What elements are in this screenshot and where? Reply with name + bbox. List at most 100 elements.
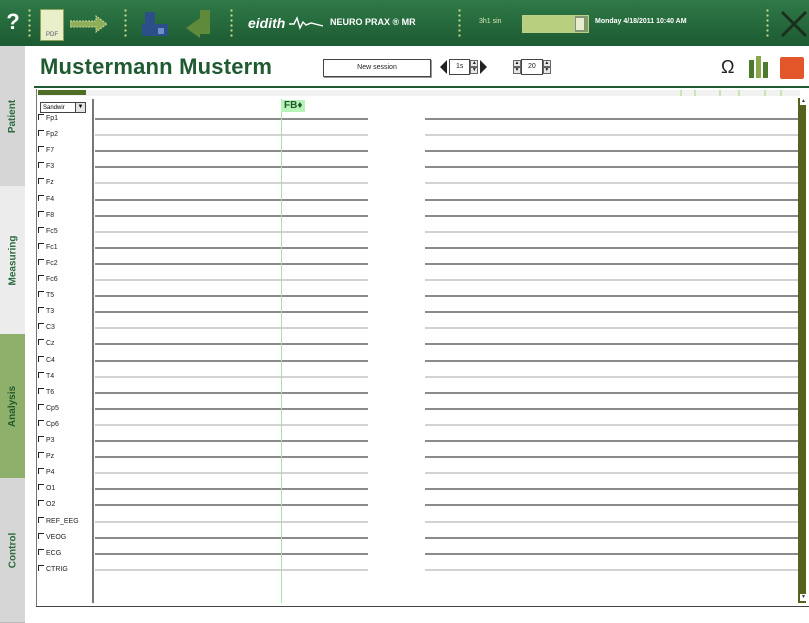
save-icon[interactable] <box>142 12 168 36</box>
tab-measuring[interactable]: Measuring <box>0 186 25 335</box>
channel-toggle-icon[interactable] <box>38 420 44 426</box>
channel-label[interactable]: VEOG <box>38 532 66 543</box>
channel-trace <box>425 408 798 410</box>
channel-toggle-icon[interactable] <box>38 178 44 184</box>
channel-toggle-icon[interactable] <box>38 549 44 555</box>
channel-name: F7 <box>46 147 55 154</box>
vertical-scrollbar[interactable] <box>798 98 806 603</box>
channel-toggle-icon[interactable] <box>38 227 44 233</box>
channel-label[interactable]: T4 <box>38 371 54 382</box>
channel-label[interactable]: T5 <box>38 290 54 301</box>
channel-toggle-icon[interactable] <box>38 484 44 490</box>
channel-toggle-icon[interactable] <box>38 243 44 249</box>
channel-toggle-icon[interactable] <box>38 114 44 120</box>
channel-label[interactable]: Fc1 <box>38 242 58 253</box>
impedance-omega-icon[interactable]: Ω <box>721 57 734 78</box>
channel-toggle-icon[interactable] <box>38 388 44 394</box>
channel-label[interactable]: P4 <box>38 467 55 478</box>
channel-label[interactable]: F4 <box>38 194 54 205</box>
recording-progress-bar[interactable] <box>522 15 589 33</box>
channel-label[interactable]: Fp1 <box>38 113 58 124</box>
close-icon[interactable] <box>780 10 808 38</box>
channel-toggle-icon[interactable] <box>38 533 44 539</box>
channel-label[interactable]: REF_EEG <box>38 516 79 527</box>
overview-position[interactable] <box>38 90 86 95</box>
timebase-spin[interactable]: ▲ ▼ <box>470 60 479 74</box>
channel-label[interactable]: CTRIG <box>38 564 68 575</box>
channel-label[interactable]: O2 <box>38 499 55 510</box>
scale-stepper[interactable]: ▲ ▼ 20 ▲ ▼ <box>513 59 551 75</box>
scale-spin[interactable]: ▲ ▼ <box>542 60 551 74</box>
channel-toggle-icon[interactable] <box>38 275 44 281</box>
channel-toggle-icon[interactable] <box>38 130 44 136</box>
scroll-up-icon[interactable]: ▲ <box>800 98 807 105</box>
channel-toggle-icon[interactable] <box>38 323 44 329</box>
channel-name: CTRIG <box>46 566 68 573</box>
channel-trace <box>95 488 368 490</box>
channel-toggle-icon[interactable] <box>38 195 44 201</box>
channel-label[interactable]: C3 <box>38 322 55 333</box>
channel-label[interactable]: Cz <box>38 338 55 349</box>
channel-toggle-icon[interactable] <box>38 211 44 217</box>
return-icon[interactable] <box>186 10 214 38</box>
montage-bars-icon[interactable] <box>749 56 769 78</box>
channel-toggle-icon[interactable] <box>38 259 44 265</box>
channel-trace <box>95 295 368 297</box>
tab-control[interactable]: Control <box>0 478 25 623</box>
channel-toggle-icon[interactable] <box>38 468 44 474</box>
channel-toggle-icon[interactable] <box>38 146 44 152</box>
channel-toggle-icon[interactable] <box>38 452 44 458</box>
progress-knob[interactable] <box>575 17 585 31</box>
toolbar-separator <box>230 8 233 38</box>
channel-toggle-icon[interactable] <box>38 404 44 410</box>
channel-toggle-icon[interactable] <box>38 162 44 168</box>
channel-label[interactable]: Pz <box>38 451 54 462</box>
timebase-next-icon[interactable] <box>480 60 488 74</box>
channel-label[interactable]: Fc6 <box>38 274 58 285</box>
scale-updown-icon[interactable]: ▲ ▼ <box>513 60 521 74</box>
channel-toggle-icon[interactable] <box>38 517 44 523</box>
channel-label[interactable]: F3 <box>38 161 54 172</box>
montage-select[interactable]: Sandwir ▼ <box>40 102 86 113</box>
channel-toggle-icon[interactable] <box>38 565 44 571</box>
channel-toggle-icon[interactable] <box>38 291 44 297</box>
channel-label[interactable]: P3 <box>38 435 55 446</box>
channel-toggle-icon[interactable] <box>38 339 44 345</box>
scroll-down-icon[interactable]: ▼ <box>800 594 807 601</box>
channel-trace <box>425 424 798 426</box>
chevron-down-icon[interactable]: ▼ <box>75 103 85 112</box>
timebase-prev-icon[interactable] <box>440 60 447 74</box>
channel-label[interactable]: T6 <box>38 387 54 398</box>
channel-label[interactable]: C4 <box>38 355 55 366</box>
channel-label[interactable]: O1 <box>38 483 55 494</box>
channel-label[interactable]: Cp6 <box>38 419 59 430</box>
channel-toggle-icon[interactable] <box>38 356 44 362</box>
event-tick <box>764 90 766 96</box>
channel-label[interactable]: Cp5 <box>38 403 59 414</box>
stop-recording-icon[interactable] <box>780 57 804 79</box>
pdf-export-button[interactable]: PDF <box>40 9 64 41</box>
forward-arrow-icon[interactable] <box>70 15 108 33</box>
channel-toggle-icon[interactable] <box>38 372 44 378</box>
tab-patient[interactable]: Patient <box>0 46 25 187</box>
timebase-stepper[interactable]: 1s ▲ ▼ <box>440 59 488 75</box>
channel-label[interactable]: ECG <box>38 548 61 559</box>
channel-toggle-icon[interactable] <box>38 307 44 313</box>
channel-label[interactable]: F8 <box>38 210 54 221</box>
channel-label[interactable]: Fc2 <box>38 258 58 269</box>
channel-label[interactable]: F7 <box>38 145 54 156</box>
channel-toggle-icon[interactable] <box>38 500 44 506</box>
progress-fill <box>523 16 575 32</box>
channel-label[interactable]: Fz <box>38 177 54 188</box>
channel-label[interactable]: T3 <box>38 306 54 317</box>
help-button[interactable]: ? <box>4 6 22 38</box>
new-session-button[interactable]: New session <box>323 59 431 77</box>
channel-label[interactable]: Fc5 <box>38 226 58 237</box>
event-marker-label[interactable]: FB♦ <box>281 100 306 112</box>
channel-toggle-icon[interactable] <box>38 436 44 442</box>
overview-scrollbar[interactable] <box>38 90 800 96</box>
tab-analysis[interactable]: Analysis <box>0 334 25 479</box>
channel-trace <box>425 569 798 571</box>
channel-label[interactable]: Fp2 <box>38 129 58 140</box>
channel-name: REF_EEG <box>46 518 79 525</box>
